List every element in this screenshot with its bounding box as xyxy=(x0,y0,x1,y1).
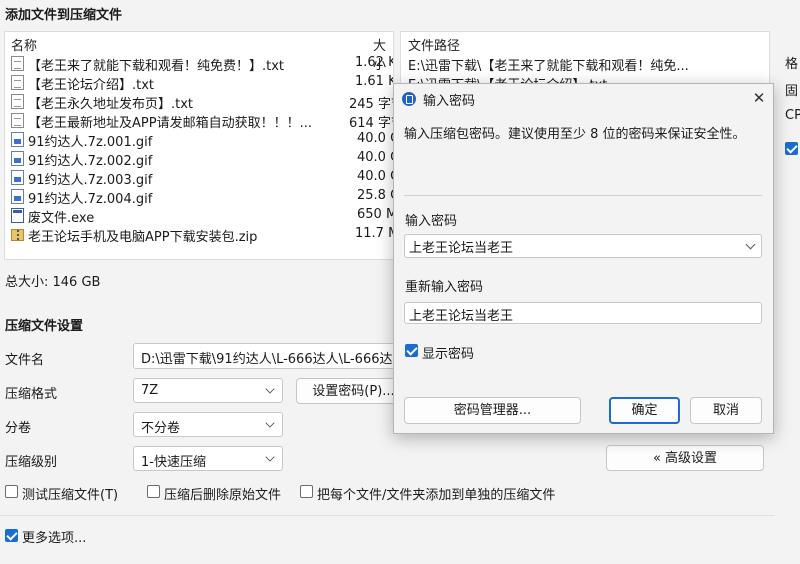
divider xyxy=(0,515,775,516)
dialog-title: 输入密码 xyxy=(423,94,476,109)
zip-file-icon xyxy=(11,229,24,241)
total-size-label: 总大小: 146 GB xyxy=(5,275,101,290)
level-label: 压缩级别 xyxy=(5,455,58,470)
file-name: 91约达人.7z.003.gif xyxy=(28,173,153,188)
file-size: 40.0 GB xyxy=(357,131,393,146)
exe-file-icon xyxy=(11,208,24,223)
settings-title: 压缩文件设置 xyxy=(5,319,84,334)
filename-field[interactable]: D:\迅雷下载\91约达人\L-666达人\L-666达人 xyxy=(133,343,395,369)
format-select[interactable]: 7Z xyxy=(133,378,283,403)
split-select[interactable]: 不分卷 xyxy=(133,412,283,437)
file-name: 【老王来了就能下载和观看！纯免费！】.txt xyxy=(28,59,285,74)
format-value: 7Z xyxy=(141,383,159,398)
file-row[interactable]: 91约达人.7z.003.gif 40.0 GB xyxy=(5,168,393,188)
test-archive-label: 测试压缩文件(T) xyxy=(22,488,119,503)
file-name: 91约达人.7z.001.gif xyxy=(28,135,153,150)
password-manager-button[interactable]: 密码管理器... xyxy=(404,397,581,424)
text-file-icon xyxy=(11,56,24,71)
chevron-down-icon[interactable] xyxy=(745,239,756,250)
side-checkbox[interactable] xyxy=(785,142,798,155)
format-label: 压缩格式 xyxy=(5,387,58,402)
more-options-checkbox[interactable] xyxy=(5,529,18,542)
password-label: 输入密码 xyxy=(405,214,458,229)
repeat-password-value: 上老王论坛当老王 xyxy=(409,309,514,324)
filename-value: D:\迅雷下载\91约达人\L-666达人\L-666达人 xyxy=(141,352,395,367)
password-input[interactable]: 上老王论坛当老王 xyxy=(404,234,762,258)
text-file-icon xyxy=(11,94,24,109)
gif-file-icon xyxy=(11,132,24,147)
file-size: 614 字节 xyxy=(349,116,393,131)
show-password-checkbox[interactable] xyxy=(405,344,418,357)
chevron-down-icon xyxy=(265,384,275,394)
side-label: 格 xyxy=(785,57,799,72)
level-select[interactable]: 1-快速压缩 xyxy=(133,446,283,471)
side-label: 固 xyxy=(785,84,799,99)
close-icon[interactable]: ✕ xyxy=(750,88,768,108)
show-password-label: 显示密码 xyxy=(422,347,475,362)
file-size: 650 MB xyxy=(357,207,393,222)
file-size: 25.8 GB xyxy=(357,188,393,203)
add-files-header: 添加文件到压缩文件 xyxy=(5,8,123,23)
file-name: 91约达人.7z.002.gif xyxy=(28,154,153,169)
file-name: 【老王论坛介绍】.txt xyxy=(28,78,155,93)
file-row[interactable]: 91约达人.7z.002.gif 40.0 GB xyxy=(5,149,393,169)
file-row[interactable]: 【老王永久地址发布页】.txt 245 字节 xyxy=(5,92,393,112)
separate-archives-checkbox[interactable] xyxy=(300,485,313,498)
repeat-password-label: 重新输入密码 xyxy=(405,280,484,295)
name-column-header[interactable]: 名称 xyxy=(11,35,37,54)
gif-file-icon xyxy=(11,151,24,166)
file-row[interactable]: 老王论坛手机及电脑APP下载安装包.zip 11.7 MB xyxy=(5,225,393,245)
split-value: 不分卷 xyxy=(141,421,181,436)
gif-file-icon xyxy=(11,170,24,185)
side-label: CP xyxy=(785,108,800,123)
file-row[interactable]: 【老王来了就能下载和观看！纯免费！】.txt 1.62 KB xyxy=(5,54,393,74)
file-row[interactable]: 【老王最新地址及APP请发邮箱自动获取！！！... 614 字节 xyxy=(5,111,393,131)
filename-label: 文件名 xyxy=(5,353,45,368)
file-name: 【老王永久地址发布页】.txt xyxy=(28,97,194,112)
gif-file-icon xyxy=(11,189,24,204)
file-size: 1.62 KB xyxy=(355,55,393,70)
right-side-panel: 格 固 CP xyxy=(775,0,800,564)
file-size: 11.7 MB xyxy=(355,226,393,241)
chevron-down-icon xyxy=(265,452,275,462)
file-name: 废文件.exe xyxy=(28,211,95,226)
separate-archives-label: 把每个文件/文件夹添加到单独的压缩文件 xyxy=(317,488,556,503)
file-list[interactable]: 名称 大小 【老王来了就能下载和观看！纯免费！】.txt 1.62 KB 【老王… xyxy=(4,31,394,260)
password-value: 上老王论坛当老王 xyxy=(409,241,514,256)
lock-icon xyxy=(402,92,416,106)
file-size: 245 字节 xyxy=(349,97,393,112)
dialog-description: 输入压缩包密码。建议使用至少 8 位的密码来保证安全性。 xyxy=(404,127,746,142)
repeat-password-input[interactable]: 上老王论坛当老王 xyxy=(404,302,762,324)
split-label: 分卷 xyxy=(5,421,32,436)
level-value: 1-快速压缩 xyxy=(141,455,206,470)
path-column-header[interactable]: 文件路径 xyxy=(408,35,460,54)
file-size: 1.61 KB xyxy=(355,74,393,89)
text-file-icon xyxy=(11,113,24,128)
file-row[interactable]: 91约达人.7z.004.gif 25.8 GB xyxy=(5,187,393,207)
password-dialog[interactable]: 输入密码 ✕ 输入压缩包密码。建议使用至少 8 位的密码来保证安全性。 输入密码… xyxy=(393,83,774,434)
ok-button[interactable]: 确定 xyxy=(609,397,680,424)
file-row[interactable]: 废文件.exe 650 MB xyxy=(5,206,393,226)
delete-source-label: 压缩后删除原始文件 xyxy=(164,488,282,503)
more-options-label: 更多选项... xyxy=(22,531,87,546)
chevron-down-icon xyxy=(265,418,275,428)
test-archive-checkbox[interactable] xyxy=(5,485,18,498)
advanced-settings-button[interactable]: « 高级设置 xyxy=(606,445,764,471)
dialog-divider xyxy=(404,195,762,196)
file-row[interactable]: 91约达人.7z.001.gif 40.0 GB xyxy=(5,130,393,150)
path-cell: E:\迅雷下载\【老王来了就能下载和观看！纯免... xyxy=(408,59,689,74)
file-row[interactable]: 【老王论坛介绍】.txt 1.61 KB xyxy=(5,73,393,93)
file-size: 40.0 GB xyxy=(357,150,393,165)
file-size: 40.0 GB xyxy=(357,169,393,184)
file-name: 老王论坛手机及电脑APP下载安装包.zip xyxy=(28,230,258,245)
file-name: 91约达人.7z.004.gif xyxy=(28,192,153,207)
delete-source-checkbox[interactable] xyxy=(147,485,160,498)
cancel-button[interactable]: 取消 xyxy=(690,397,762,424)
text-file-icon xyxy=(11,75,24,90)
file-name: 【老王最新地址及APP请发邮箱自动获取！！！... xyxy=(28,116,312,131)
